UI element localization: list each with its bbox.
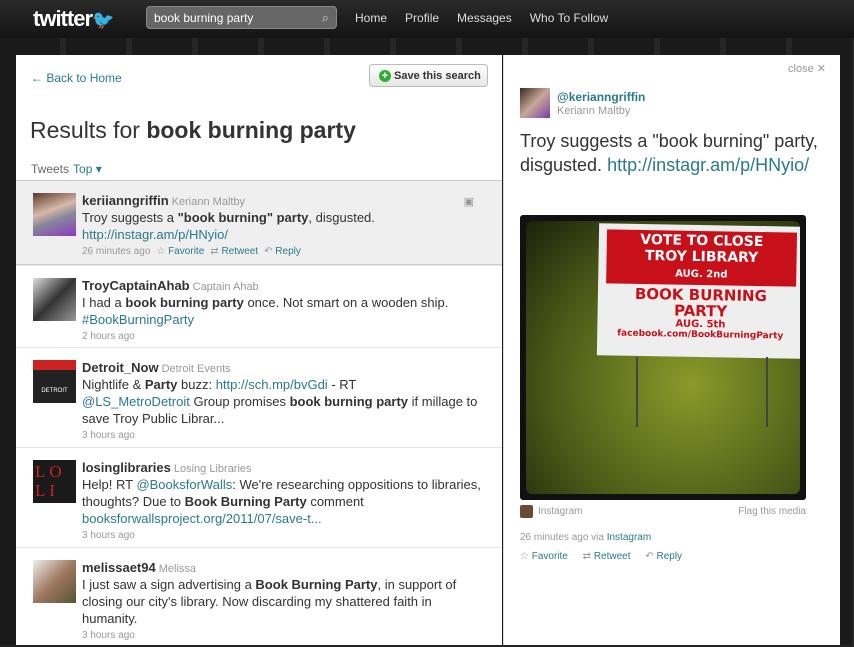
detail-tweet-text: Troy suggests a "book burning" party, di… <box>520 131 818 175</box>
tweet-username[interactable]: Detroit_Now <box>82 360 159 375</box>
tweet-item[interactable]: keriianngriffin Keriann Maltby Troy sugge… <box>16 180 502 265</box>
detail-handle[interactable]: @kerianngriffin <box>557 90 645 104</box>
tweet-fullname: Keriann Maltby <box>171 196 246 208</box>
tweet-link[interactable]: http://instagr.am/p/HNyio/ <box>82 227 228 242</box>
mention-link[interactable]: @LS_MetroDetroit <box>82 394 190 409</box>
search-results-panel: ← Back to Home + Save this search Results… <box>16 55 502 645</box>
timestamp[interactable]: 3 hours ago <box>82 430 135 441</box>
retweet-button[interactable]: ⇄ Retweet <box>210 246 258 257</box>
close-button[interactable]: close ✕ <box>788 62 826 75</box>
bird-icon: 🐦 <box>92 10 114 30</box>
tweets-tabs: Tweets Top ▾ <box>31 162 102 176</box>
retweet-button[interactable]: ⇄ Retweet <box>583 551 637 562</box>
media-icon: ▣ <box>463 196 474 208</box>
detail-timestamp: 26 minutes ago via <box>520 532 607 543</box>
avatar[interactable]: LO LI <box>33 460 76 503</box>
plus-icon: + <box>379 70 391 82</box>
media-source: Instagram <box>538 506 583 518</box>
avatar[interactable]: DETROIT <box>33 360 76 403</box>
nav-who-to-follow[interactable]: Who To Follow <box>530 11 608 25</box>
tweet-item[interactable]: DETROIT Detroit_Now Detroit Events Nightl… <box>16 347 502 447</box>
tab-tweets: Tweets <box>31 162 70 176</box>
tweet-username[interactable]: losinglibraries <box>82 460 171 475</box>
favorite-button[interactable]: ☆ Favorite <box>520 551 574 562</box>
timestamp[interactable]: 3 hours ago <box>82 530 135 541</box>
tweet-username[interactable]: keriianngriffin <box>82 193 169 208</box>
favorite-button[interactable]: ☆ Favorite <box>156 246 204 257</box>
tweet-fullname: Losing Libraries <box>173 463 252 475</box>
save-search-button[interactable]: + Save this search <box>369 64 488 87</box>
tweet-link[interactable]: booksforwallsproject.org/2011/07/save-t.… <box>82 511 322 526</box>
tweet-fullname: Melissa <box>158 563 197 575</box>
reply-button[interactable]: ↶ Reply <box>645 551 688 562</box>
search-icon[interactable]: ⌕ <box>322 10 329 26</box>
nav-messages[interactable]: Messages <box>457 11 512 25</box>
sign-image: VOTE TO CLOSE TROY LIBRARY AUG. 2nd BOOK B… <box>596 223 800 359</box>
reply-icon: ↶ <box>264 246 273 257</box>
twitter-logo[interactable]: twitter🐦 <box>33 6 114 32</box>
timestamp[interactable]: 26 minutes ago <box>82 246 150 257</box>
star-icon: ☆ <box>156 246 166 257</box>
nav-profile[interactable]: Profile <box>405 11 439 25</box>
mention-link[interactable]: @BooksforWalls <box>136 477 232 492</box>
avatar[interactable] <box>33 278 76 321</box>
back-to-home-link[interactable]: ← Back to Home <box>31 71 122 85</box>
avatar[interactable] <box>33 560 76 603</box>
instagram-icon <box>520 505 533 518</box>
page-title: Results for book burning party <box>30 117 356 143</box>
media-photo[interactable]: VOTE TO CLOSE TROY LIBRARY AUG. 2nd BOOK B… <box>520 215 806 500</box>
detail-link[interactable]: http://instagr.am/p/HNyio/ <box>607 155 809 175</box>
timestamp[interactable]: 3 hours ago <box>82 630 135 641</box>
retweet-icon: ⇄ <box>210 246 219 257</box>
tweet-item[interactable]: melissaet94 Melissa I just saw a sign adv… <box>16 547 502 647</box>
retweet-icon: ⇄ <box>582 551 592 562</box>
detail-fullname: Keriann Maltby <box>557 105 631 117</box>
tweet-username[interactable]: TroyCaptainAhab <box>82 278 190 293</box>
top-bar: twitter🐦 book burning party ⌕ Home Profil… <box>0 0 854 38</box>
avatar[interactable] <box>33 193 76 236</box>
tweet-detail-panel: close ✕ @kerianngriffin Keriann Maltby T… <box>503 55 840 645</box>
flag-media-link[interactable]: Flag this media <box>738 506 806 517</box>
tweet-fullname: Detroit Events <box>161 363 231 375</box>
tweet-link[interactable]: http://sch.mp/bvGdi <box>216 377 328 392</box>
reply-icon: ↶ <box>645 551 654 562</box>
tweet-item[interactable]: TroyCaptainAhab Captain Ahab I had a book… <box>16 265 502 347</box>
hashtag-link[interactable]: #BookBurningParty <box>82 312 194 327</box>
sort-dropdown[interactable]: Top ▾ <box>73 162 102 176</box>
via-link[interactable]: Instagram <box>607 532 651 543</box>
tweet-item[interactable]: LO LI losinglibraries Losing Libraries He… <box>16 447 502 547</box>
reply-button[interactable]: ↶ Reply <box>264 246 301 257</box>
avatar[interactable] <box>520 88 550 118</box>
search-input[interactable]: book burning party ⌕ <box>146 6 337 29</box>
tweet-fullname: Captain Ahab <box>192 281 259 293</box>
timestamp[interactable]: 2 hours ago <box>82 331 135 342</box>
nav-home[interactable]: Home <box>355 11 387 25</box>
tweet-username[interactable]: melissaet94 <box>82 560 156 575</box>
star-icon: ☆ <box>520 551 529 562</box>
